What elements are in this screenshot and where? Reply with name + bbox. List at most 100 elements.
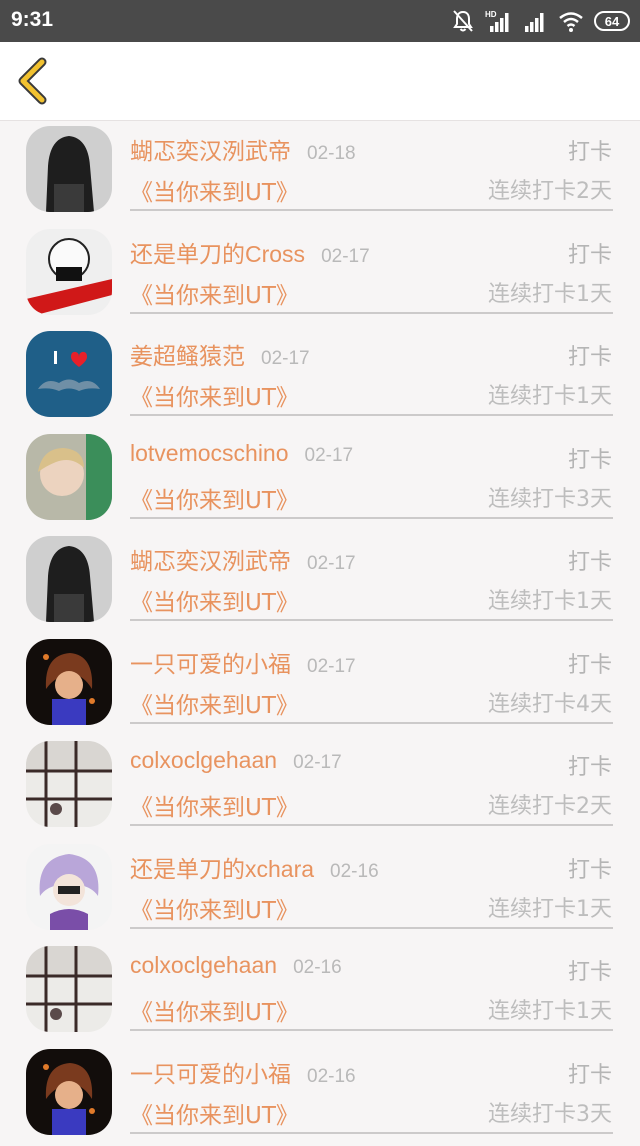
avatar-i-love-mustache bbox=[26, 331, 112, 417]
avatar-skeleton-character bbox=[26, 229, 112, 315]
user-name[interactable]: 一只可爱的小福 02-17 bbox=[130, 645, 356, 679]
user-name-text: 姜超鳋猿范 bbox=[130, 343, 245, 369]
user-name[interactable]: 蝴忑奕汉洌武帝 02-18 bbox=[130, 132, 356, 166]
checkin-label: 打卡 bbox=[568, 237, 612, 269]
user-name-text: 蝴忑奕汉洌武帝 bbox=[130, 548, 291, 574]
divider bbox=[130, 927, 613, 929]
user-name[interactable]: 还是单刀的Cross 02-17 bbox=[130, 235, 370, 269]
avatar[interactable] bbox=[26, 229, 112, 315]
divider bbox=[130, 824, 613, 826]
notifications-off-icon bbox=[452, 9, 474, 33]
checkin-label: 打卡 bbox=[568, 647, 612, 679]
checkin-label: 打卡 bbox=[568, 544, 612, 576]
checkin-row[interactable]: 蝴忑奕汉洌武帝 02-18 打卡 《当你来到UT》 连续打卡2天 bbox=[0, 121, 640, 224]
user-name-text: 一只可爱的小福 bbox=[130, 1061, 291, 1087]
checkin-row[interactable]: 蝴忑奕汉洌武帝 02-17 打卡 《当你来到UT》 连续打卡1天 bbox=[0, 531, 640, 634]
streak-days: 连续打卡1天 bbox=[488, 276, 612, 308]
user-name-text: 一只可爱的小福 bbox=[130, 651, 291, 677]
book-title[interactable]: 《当你来到UT》 bbox=[130, 788, 299, 822]
user-name-text: colxoclgehaan bbox=[130, 952, 277, 978]
divider bbox=[130, 1029, 613, 1031]
book-title[interactable]: 《当你来到UT》 bbox=[130, 891, 299, 925]
battery-level: 64 bbox=[605, 14, 619, 29]
divider bbox=[130, 619, 613, 621]
streak-days: 连续打卡1天 bbox=[488, 378, 612, 410]
avatar[interactable] bbox=[26, 639, 112, 725]
checkin-label: 打卡 bbox=[568, 339, 612, 371]
checkin-label: 打卡 bbox=[568, 852, 612, 884]
streak-days: 连续打卡2天 bbox=[488, 173, 612, 205]
avatar[interactable] bbox=[26, 331, 112, 417]
avatar[interactable] bbox=[26, 741, 112, 827]
chevron-left-icon bbox=[12, 57, 58, 105]
user-name[interactable]: 蝴忑奕汉洌武帝 02-17 bbox=[130, 542, 356, 576]
book-title[interactable]: 《当你来到UT》 bbox=[130, 993, 299, 1027]
checkin-row[interactable]: colxoclgehaan02-17 打卡 《当你来到UT》 连续打卡2天 bbox=[0, 736, 640, 839]
checkin-label: 打卡 bbox=[568, 954, 612, 986]
avatar-window-lattice bbox=[26, 741, 112, 827]
avatar-anime-character-dark bbox=[26, 1049, 112, 1135]
streak-days: 连续打卡2天 bbox=[488, 788, 612, 820]
checkin-date: 02-18 bbox=[307, 143, 356, 164]
checkin-row[interactable]: 一只可爱的小福02-16 打卡 《当你来到UT》 连续打卡3天 bbox=[0, 1044, 640, 1146]
checkin-row[interactable]: 还是单刀的Cross 02-17 打卡 《当你来到UT》 连续打卡1天 bbox=[0, 224, 640, 327]
avatar[interactable] bbox=[26, 1049, 112, 1135]
book-title[interactable]: 《当你来到UT》 bbox=[130, 686, 299, 720]
checkin-row[interactable]: 一只可爱的小福 02-17 打卡 《当你来到UT》 连续打卡4天 bbox=[0, 634, 640, 737]
divider bbox=[130, 1132, 613, 1134]
user-name[interactable]: 还是单刀的xchara 02-16 bbox=[130, 850, 379, 884]
checkin-list: 蝴忑奕汉洌武帝 02-18 打卡 《当你来到UT》 连续打卡2天 还是单刀的Cro… bbox=[0, 121, 640, 1146]
signal-hd-icon: HD bbox=[484, 9, 514, 33]
divider bbox=[130, 414, 613, 416]
checkin-date: 02-16 bbox=[330, 861, 379, 882]
checkin-date: 02-16 bbox=[307, 1066, 356, 1087]
avatar-dark-hair-girl bbox=[26, 126, 112, 212]
divider bbox=[130, 517, 613, 519]
checkin-row[interactable]: 姜超鳋猿范02-17 打卡 《当你来到UT》 连续打卡1天 bbox=[0, 326, 640, 429]
user-name-text: 蝴忑奕汉洌武帝 bbox=[130, 138, 291, 164]
avatar[interactable] bbox=[26, 844, 112, 930]
book-title[interactable]: 《当你来到UT》 bbox=[130, 276, 299, 310]
divider bbox=[130, 209, 613, 211]
user-name[interactable]: colxoclgehaan02-17 bbox=[130, 747, 342, 774]
checkin-date: 02-17 bbox=[307, 553, 356, 574]
user-name[interactable]: lotvemocschino02-17 bbox=[130, 440, 353, 467]
user-name[interactable]: 一只可爱的小福 02-16 bbox=[130, 1055, 356, 1089]
checkin-date: 02-17 bbox=[307, 656, 356, 677]
top-bar bbox=[0, 42, 640, 121]
battery-icon: 64 bbox=[594, 11, 630, 31]
user-name-text: lotvemocschino bbox=[130, 440, 289, 466]
avatar-anime-character-dark bbox=[26, 639, 112, 725]
checkin-row[interactable]: lotvemocschino02-17 打卡 《当你来到UT》 连续打卡3天 bbox=[0, 429, 640, 532]
back-button[interactable] bbox=[12, 57, 58, 105]
avatar[interactable] bbox=[26, 536, 112, 622]
checkin-label: 打卡 bbox=[568, 134, 612, 166]
avatar-blonde-child bbox=[26, 434, 112, 520]
streak-days: 连续打卡3天 bbox=[488, 481, 612, 513]
hd-label: HD bbox=[485, 10, 497, 19]
user-name[interactable]: 姜超鳋猿范02-17 bbox=[130, 337, 310, 371]
book-title[interactable]: 《当你来到UT》 bbox=[130, 378, 299, 412]
status-time: 9:31 bbox=[11, 8, 53, 32]
checkin-date: 02-16 bbox=[293, 957, 342, 978]
book-title[interactable]: 《当你来到UT》 bbox=[130, 1096, 299, 1130]
book-title[interactable]: 《当你来到UT》 bbox=[130, 481, 299, 515]
user-name-text: 还是单刀的xchara bbox=[130, 856, 314, 882]
streak-days: 连续打卡1天 bbox=[488, 583, 612, 615]
checkin-date: 02-17 bbox=[321, 246, 370, 267]
avatar[interactable] bbox=[26, 434, 112, 520]
avatar-dark-hair-girl bbox=[26, 536, 112, 622]
avatar[interactable] bbox=[26, 946, 112, 1032]
avatar[interactable] bbox=[26, 126, 112, 212]
checkin-label: 打卡 bbox=[568, 749, 612, 781]
user-name[interactable]: colxoclgehaan 02-16 bbox=[130, 952, 342, 979]
checkin-row[interactable]: 还是单刀的xchara02-16 打卡 《当你来到UT》 连续打卡1天 bbox=[0, 839, 640, 942]
streak-days: 连续打卡4天 bbox=[488, 686, 612, 718]
wifi-icon bbox=[558, 9, 584, 33]
avatar-window-lattice bbox=[26, 946, 112, 1032]
user-name-text: 还是单刀的Cross bbox=[130, 241, 305, 267]
book-title[interactable]: 《当你来到UT》 bbox=[130, 583, 299, 617]
book-title[interactable]: 《当你来到UT》 bbox=[130, 173, 299, 207]
streak-days: 连续打卡3天 bbox=[488, 1096, 612, 1128]
checkin-row[interactable]: colxoclgehaan02-16 打卡 《当你来到UT》 连续打卡1天 bbox=[0, 941, 640, 1044]
